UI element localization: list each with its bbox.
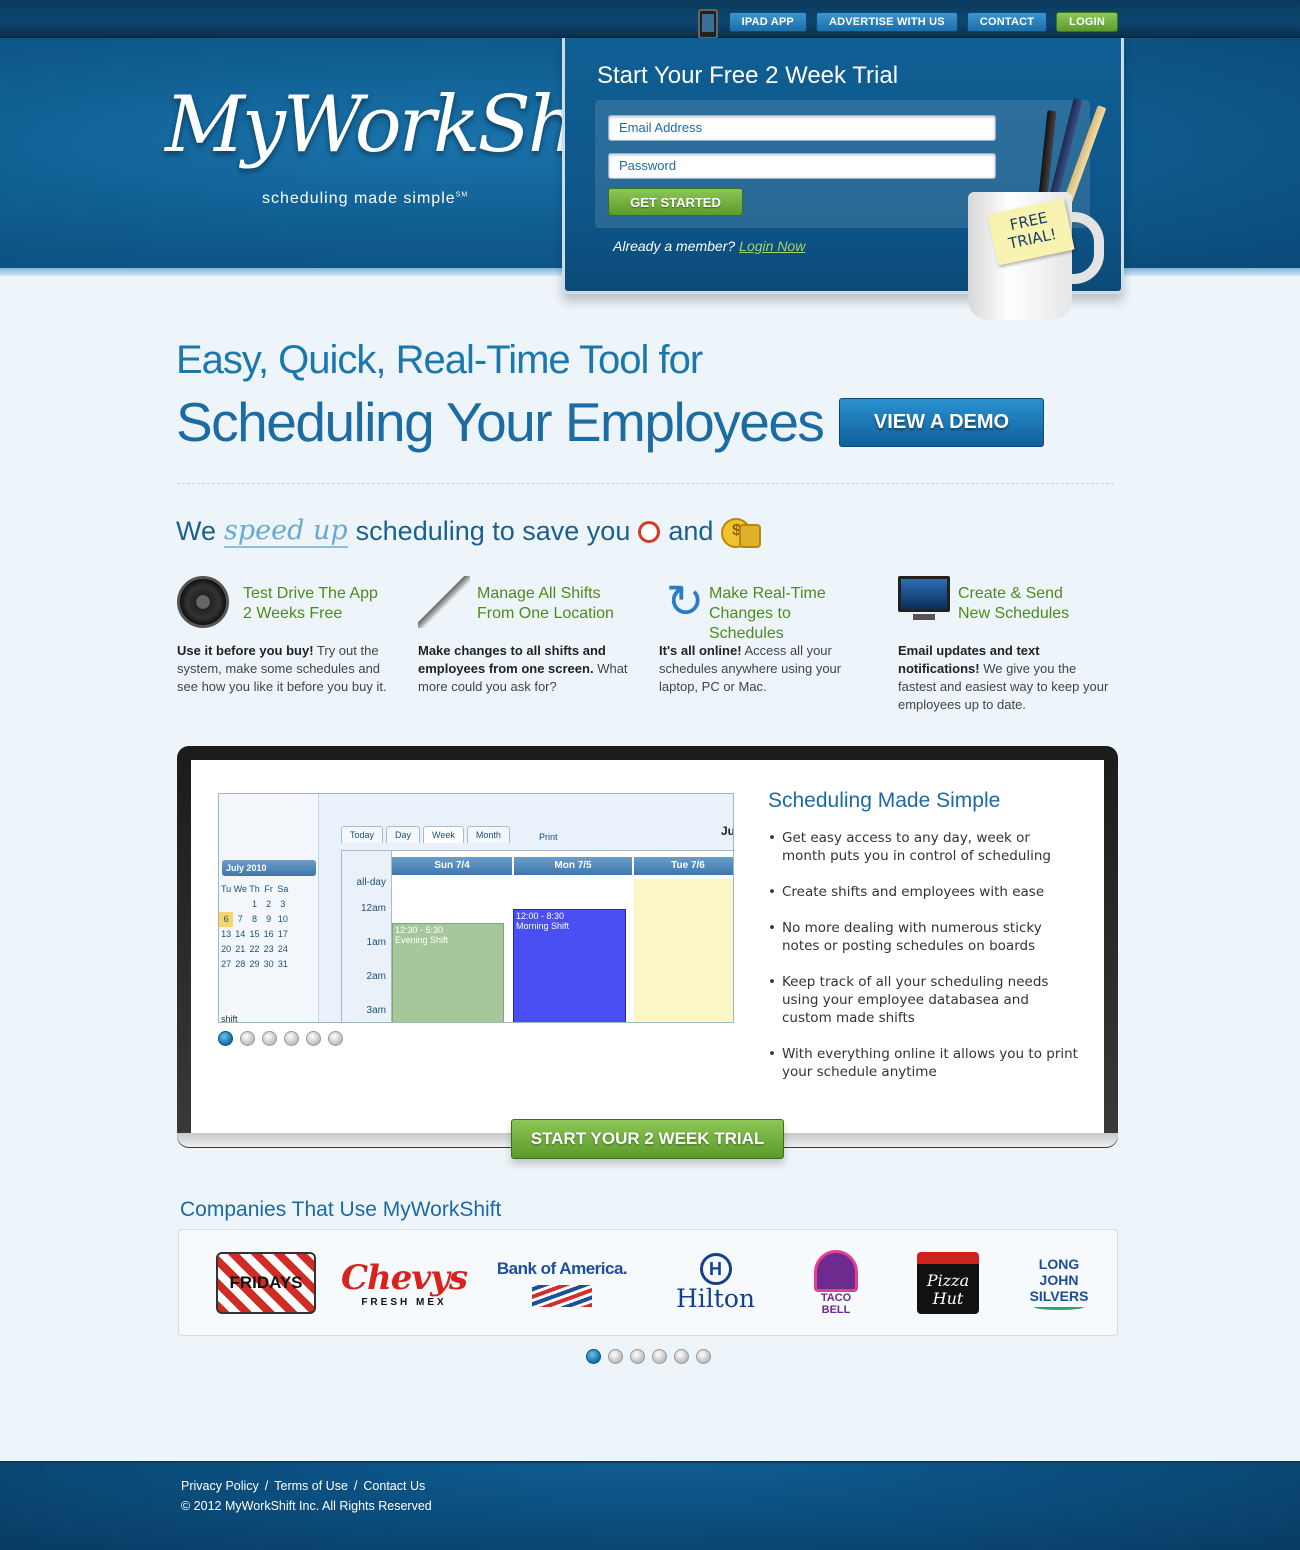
logo-tagline: scheduling made simpleSM bbox=[262, 190, 469, 207]
refresh-icon: ↻ bbox=[665, 575, 705, 627]
showcase-title: Scheduling Made Simple bbox=[768, 789, 1001, 812]
mini-day-header: Sun 7/4 bbox=[392, 857, 512, 875]
section-divider bbox=[177, 483, 1114, 484]
list-item: Get easy access to any day, week or mont… bbox=[768, 829, 1078, 865]
mini-sidebar: July 2010 Tu We Th Fr Sa 123 6 7 8 9 10 13 14 15 16… bbox=[219, 794, 319, 1023]
companies-title: Companies That Use MyWorkShift bbox=[180, 1198, 502, 1221]
signup-title: Start Your Free 2 Week Trial bbox=[597, 62, 899, 89]
tab-month: Month bbox=[466, 826, 510, 843]
feature-title: Make Real-Time Changes to Schedules bbox=[709, 585, 826, 642]
companies-slider-dots bbox=[586, 1349, 711, 1364]
bell-icon bbox=[814, 1250, 858, 1292]
clock-icon bbox=[638, 520, 661, 543]
feature-description: Make changes to all shifts and employees… bbox=[418, 643, 628, 694]
nav-ipad-app[interactable]: IPAD APP bbox=[728, 12, 807, 32]
slider-dot[interactable] bbox=[284, 1031, 299, 1046]
slider-dot[interactable] bbox=[218, 1031, 233, 1046]
slider-dot[interactable] bbox=[608, 1349, 623, 1364]
feature-title: Manage All Shifts From One Location bbox=[477, 585, 614, 622]
mini-week-view: all-day 12am 1am 2am 3am Sun 7/4 Mon 7/5… bbox=[341, 850, 733, 1022]
feature-title: Test Drive The App 2 Weeks Free bbox=[243, 585, 378, 622]
mini-view-tabs: Today Day Week Month bbox=[341, 826, 510, 843]
mini-month-label: July 2010 bbox=[222, 860, 316, 876]
speed-up-text: speed up bbox=[224, 515, 348, 548]
bank-of-america-logo: Bank of America. bbox=[492, 1248, 632, 1318]
hero-title: Scheduling Your Employees bbox=[176, 391, 825, 453]
mini-event: 12:30 - 5:30 Evening Shift bbox=[392, 923, 504, 1022]
mini-event: 12:00 - 8:30 Morning Shift bbox=[513, 909, 626, 1022]
email-field[interactable]: Email Address bbox=[608, 115, 996, 141]
terms-of-use-link[interactable]: Terms of Use bbox=[274, 1479, 348, 1493]
feature-description: It's all online! Access all your schedul… bbox=[659, 643, 842, 694]
mini-day-header: Tue 7/6 bbox=[634, 857, 733, 875]
money-icon bbox=[721, 517, 762, 548]
slider-dot[interactable] bbox=[306, 1031, 321, 1046]
long-john-silvers-logo: LONG JOHN SILVERS bbox=[1030, 1248, 1088, 1318]
tab-today: Today bbox=[341, 826, 384, 843]
login-now-link[interactable]: Login Now bbox=[739, 238, 805, 254]
value-tagline: We speed up scheduling to save you and bbox=[176, 515, 762, 548]
hilton-logo: H Hilton bbox=[668, 1248, 763, 1318]
flag-icon bbox=[532, 1285, 592, 1307]
nav-advertise[interactable]: ADVERTISE WITH US bbox=[815, 12, 958, 32]
mini-calendar: Tu We Th Fr Sa 123 6 7 8 9 10 13 14 15 16 17 20 21 22 2… bbox=[219, 884, 289, 969]
mini-shift-label: shift bbox=[221, 1014, 238, 1023]
wave-icon bbox=[1034, 1304, 1084, 1310]
view-demo-button[interactable]: VIEW A DEMO bbox=[839, 398, 1044, 447]
contact-us-link[interactable]: Contact Us bbox=[363, 1479, 425, 1493]
slider-dot[interactable] bbox=[674, 1349, 689, 1364]
taco-bell-logo: TACO BELL bbox=[808, 1248, 864, 1318]
chevys-logo: Chevys FRESH MEX bbox=[340, 1257, 468, 1308]
list-item: Create shifts and employees with ease bbox=[768, 883, 1078, 901]
top-nav: IPAD APP ADVERTISE WITH US CONTACT LOGIN bbox=[697, 7, 1118, 39]
slider-dot[interactable] bbox=[586, 1349, 601, 1364]
feature-title: Create & Send New Schedules bbox=[958, 585, 1070, 622]
get-started-button[interactable]: GET STARTED bbox=[608, 188, 743, 216]
slider-dot[interactable] bbox=[262, 1031, 277, 1046]
member-prompt: Already a member? Login Now bbox=[613, 238, 806, 254]
slider-dot[interactable] bbox=[328, 1031, 343, 1046]
tab-week: Week bbox=[423, 826, 464, 843]
brand-logo[interactable]: MyWorkShift scheduling made simpleSM bbox=[165, 80, 654, 240]
tgi-fridays-logo: FRIDAYS bbox=[216, 1248, 316, 1318]
privacy-policy-link[interactable]: Privacy Policy bbox=[181, 1479, 259, 1493]
nav-contact[interactable]: CONTACT bbox=[966, 12, 1048, 32]
mini-print: Print bbox=[539, 832, 558, 842]
mini-current-month: Ju bbox=[721, 824, 734, 838]
list-item: With everything online it allows you to … bbox=[768, 1045, 1078, 1081]
showcase-bullets: Get easy access to any day, week or mont… bbox=[768, 829, 1078, 1099]
mini-day-header: Mon 7/5 bbox=[514, 857, 632, 875]
password-field[interactable]: Password bbox=[608, 153, 996, 179]
copyright: © 2012 MyWorkShift Inc. All Rights Reser… bbox=[181, 1499, 432, 1513]
nav-login[interactable]: LOGIN bbox=[1056, 12, 1118, 32]
ipad-icon bbox=[697, 9, 718, 39]
hero-subtitle: Easy, Quick, Real-Time Tool for bbox=[176, 338, 703, 382]
top-bar: IPAD APP ADVERTISE WITH US CONTACT LOGIN bbox=[0, 0, 1300, 39]
tab-day: Day bbox=[386, 826, 421, 843]
showcase-slider-dots bbox=[218, 1031, 343, 1046]
feature-description: Use it before you buy! Try out the syste… bbox=[177, 643, 387, 694]
list-item: Keep track of all your scheduling needs … bbox=[768, 973, 1078, 1027]
footer-links: Privacy Policy / Terms of Use / Contact Us bbox=[181, 1479, 426, 1493]
slider-dot[interactable] bbox=[240, 1031, 255, 1046]
pen-icon bbox=[418, 576, 470, 628]
steering-wheel-icon bbox=[177, 576, 229, 628]
feature-description: Email updates and text notifications! We… bbox=[898, 643, 1109, 712]
pizza-hut-logo: Pizza Hut bbox=[914, 1248, 982, 1318]
start-trial-button[interactable]: START YOUR 2 WEEK TRIAL bbox=[511, 1119, 784, 1159]
mini-time-column: all-day 12am 1am 2am 3am bbox=[342, 851, 392, 1022]
list-item: No more dealing with numerous sticky not… bbox=[768, 919, 1078, 955]
app-screenshot[interactable]: July 2010 Tu We Th Fr Sa 123 6 7 8 9 10 13 14 15 16… bbox=[218, 793, 734, 1023]
slider-dot[interactable] bbox=[630, 1349, 645, 1364]
slider-dot[interactable] bbox=[652, 1349, 667, 1364]
slider-dot[interactable] bbox=[696, 1349, 711, 1364]
mini-today-column bbox=[634, 879, 733, 1022]
monitor-icon bbox=[898, 576, 950, 622]
